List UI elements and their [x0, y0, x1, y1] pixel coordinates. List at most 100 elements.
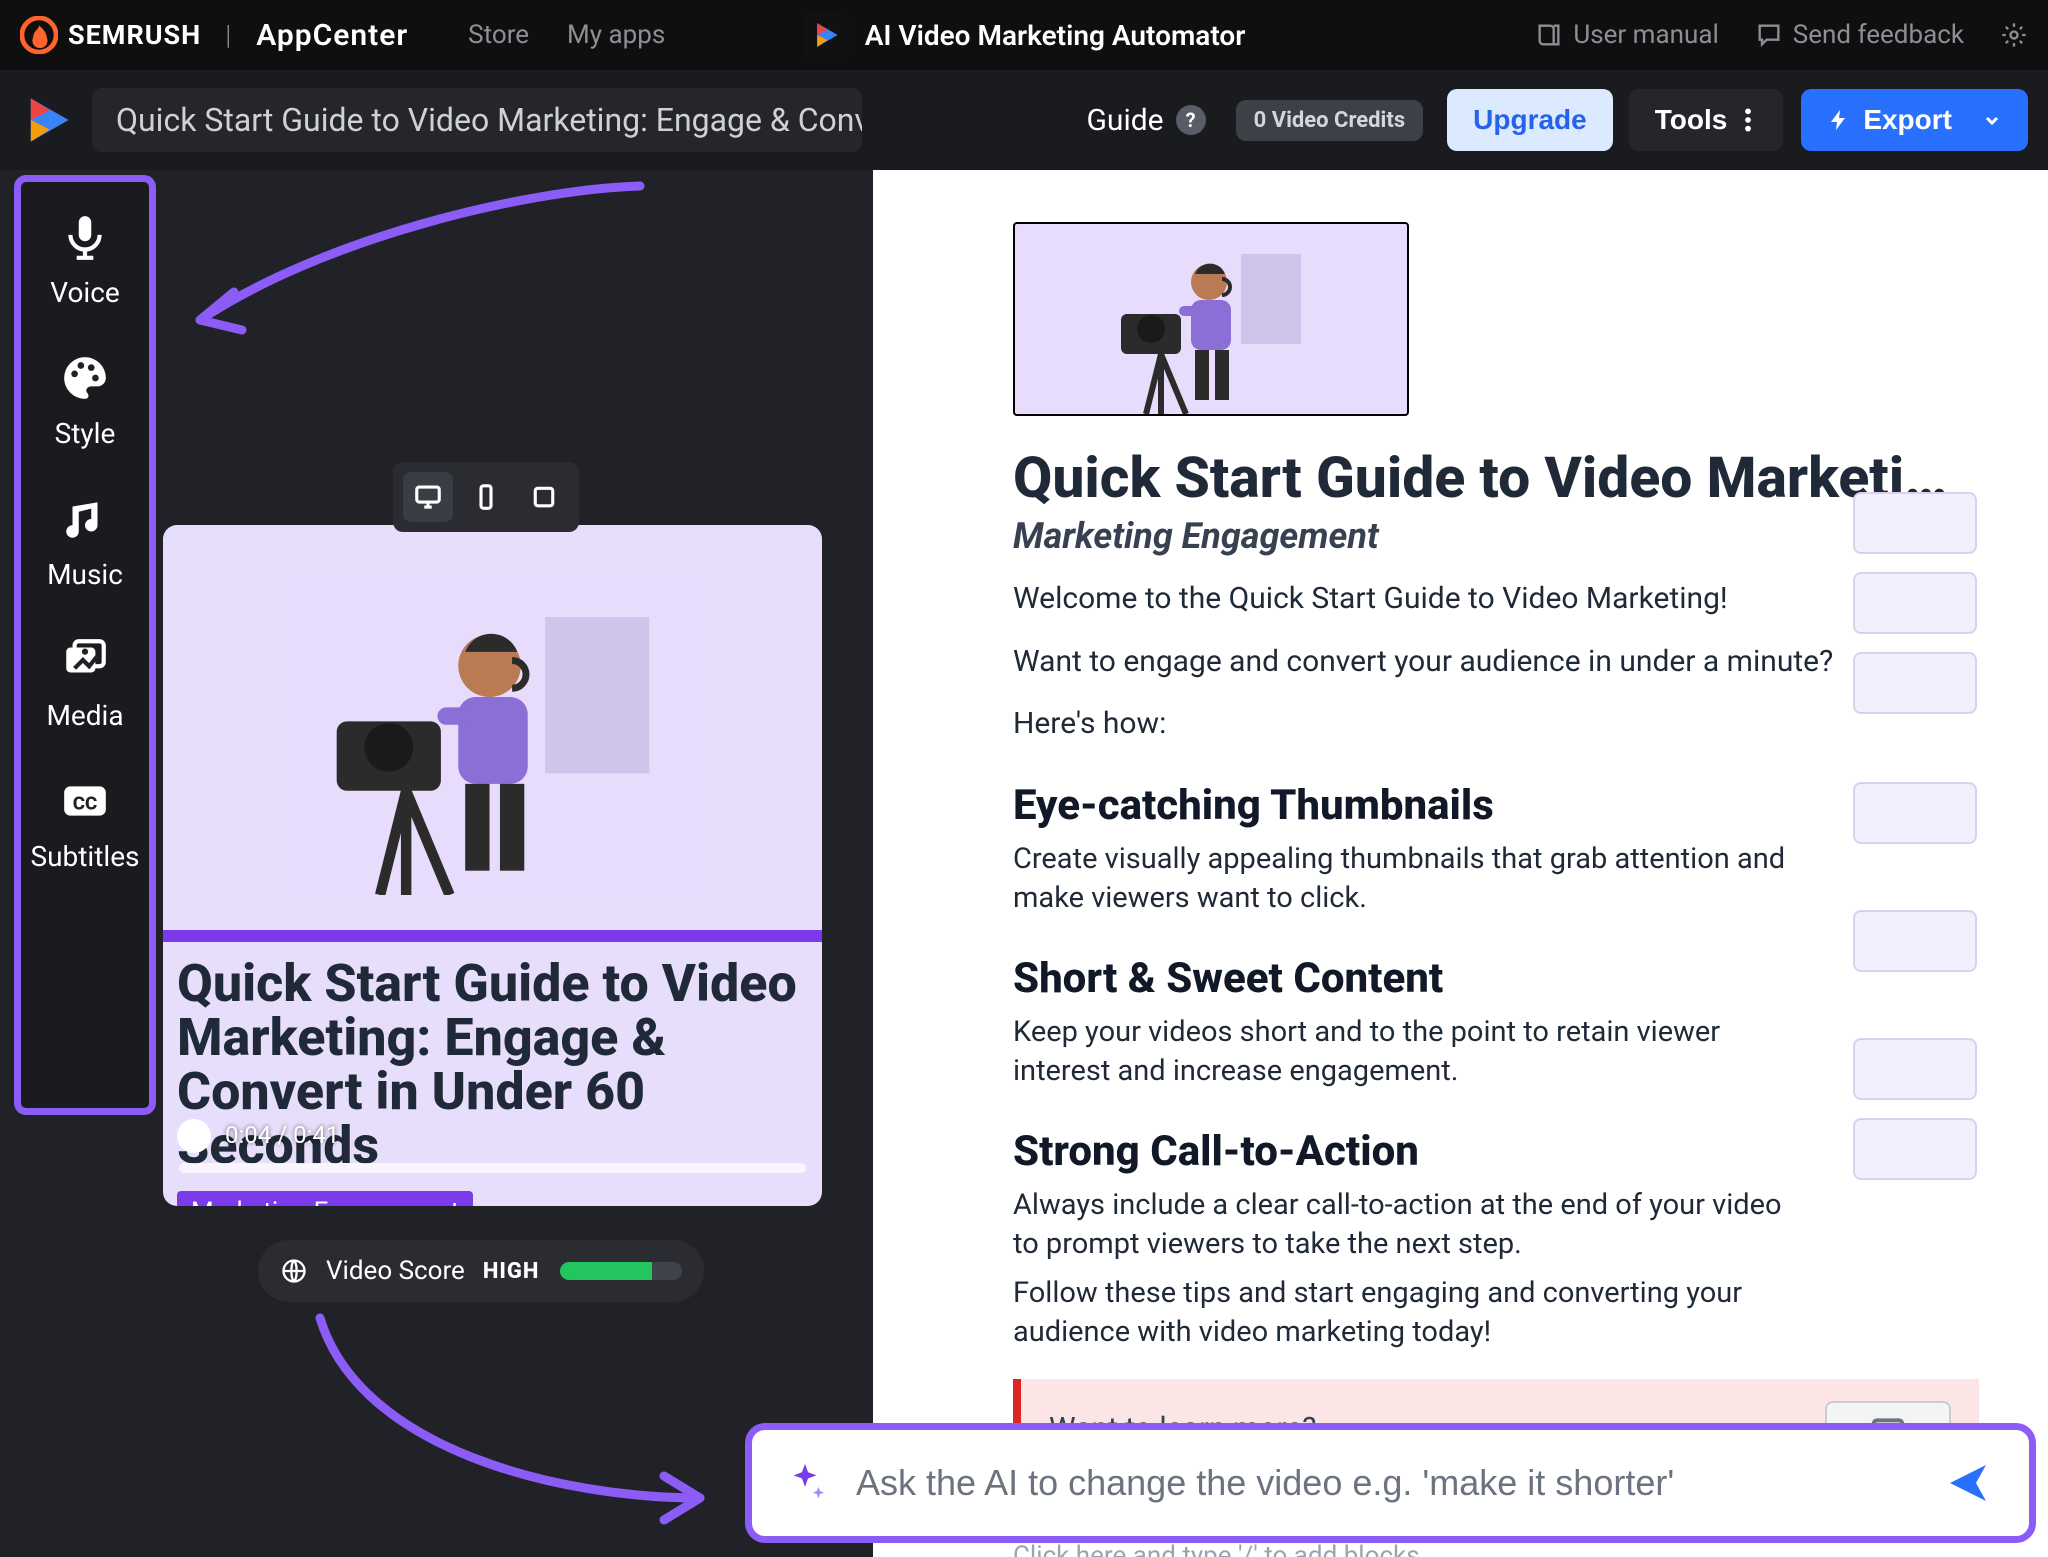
doc-heading[interactable]: Strong Call-to-Action	[1013, 1127, 1978, 1176]
appcenter-bar: SEMRUSH | AppCenter Store My apps AI Vid…	[0, 0, 2048, 70]
more-vertical-icon	[1739, 107, 1757, 133]
doc-paragraph[interactable]: Welcome to the Quick Start Guide to Vide…	[1013, 579, 1843, 620]
scene-thumbnail[interactable]	[1853, 910, 1977, 972]
upgrade-label: Upgrade	[1473, 104, 1587, 136]
video-score-level: HIGH	[483, 1259, 540, 1284]
scene-thumbnail[interactable]	[1853, 652, 1977, 714]
appcenter-wordmark: AppCenter	[256, 18, 408, 53]
app-icon	[20, 93, 74, 147]
project-title-text: Quick Start Guide to Video Marketing: En…	[116, 101, 862, 139]
send-feedback-link[interactable]: Send feedback	[1755, 20, 1964, 50]
microphone-icon	[60, 212, 110, 262]
rail-voice-label: Voice	[50, 276, 119, 309]
help-icon: ?	[1176, 105, 1206, 135]
rail-subtitles-label: Subtitles	[30, 840, 139, 873]
add-block-hint[interactable]: Click here and type '/' to add blocks	[1013, 1541, 1978, 1557]
tools-button[interactable]: Tools	[1629, 89, 1784, 151]
appcenter-nav: Store My apps	[468, 20, 665, 50]
device-mobile[interactable]	[461, 472, 511, 522]
video-score-pill: Video Score HIGH	[258, 1240, 704, 1302]
square-icon	[529, 482, 559, 512]
doc-title[interactable]: Quick Start Guide to Video Marketing: …	[1013, 444, 1978, 511]
scene-thumbnail[interactable]	[1853, 492, 1977, 554]
media-gallery-icon	[60, 635, 110, 685]
svg-text:CC: CC	[73, 792, 98, 814]
doc-paragraph[interactable]: Create visually appealing thumbnails tha…	[1013, 840, 1813, 918]
ai-ask-input[interactable]	[856, 1462, 1937, 1504]
rail-style[interactable]: Style	[55, 353, 116, 450]
doc-heading[interactable]: Eye-catching Thumbnails	[1013, 781, 1978, 830]
doc-paragraph[interactable]: Always include a clear call-to-action at…	[1013, 1186, 1813, 1264]
export-label: Export	[1863, 104, 1952, 136]
sparkle-icon	[782, 1460, 828, 1506]
hero-thumbnail[interactable]	[1013, 222, 1409, 416]
scene-thumbnail[interactable]	[1853, 572, 1977, 634]
rail-style-label: Style	[55, 417, 116, 450]
device-preview-toggle	[393, 462, 579, 532]
play-button-icon[interactable]	[177, 1119, 211, 1153]
video-credits-badge: 0 Video Credits	[1236, 100, 1424, 141]
device-square[interactable]	[519, 472, 569, 522]
music-note-icon	[60, 494, 110, 544]
doc-paragraph[interactable]: Follow these tips and start engaging and…	[1013, 1274, 1813, 1352]
upgrade-button[interactable]: Upgrade	[1447, 89, 1613, 151]
semrush-logo: SEMRUSH | AppCenter	[20, 16, 408, 54]
ai-ask-bar	[745, 1423, 2036, 1543]
rail-music[interactable]: Music	[47, 494, 123, 591]
export-button[interactable]: Export	[1801, 89, 2028, 151]
preview-play-controls[interactable]: 0:04 / 0:41	[177, 1121, 808, 1151]
doc-paragraph[interactable]: Want to engage and convert your audience…	[1013, 642, 1843, 683]
ai-send-button[interactable]	[1937, 1452, 1999, 1514]
scene-thumbnail[interactable]	[1853, 782, 1977, 844]
video-score-meter	[560, 1262, 682, 1280]
rail-media[interactable]: Media	[46, 635, 123, 732]
editor-toolbar: Quick Start Guide to Video Marketing: En…	[0, 70, 2048, 170]
script-document-pane: Quick Start Guide to Video Marketing: … …	[873, 170, 2048, 1557]
section-thumbnails-bottom	[1853, 782, 1977, 1180]
settings-gear-icon[interactable]	[2000, 21, 2028, 49]
monitor-icon	[413, 482, 443, 512]
user-manual-link[interactable]: User manual	[1535, 20, 1718, 50]
chat-icon	[1755, 21, 1783, 49]
user-manual-label: User manual	[1573, 20, 1718, 50]
send-icon	[1944, 1459, 1992, 1507]
preview-progress-track[interactable]	[179, 1163, 806, 1173]
rail-media-label: Media	[46, 699, 123, 732]
app-title-chip: AI Video Marketing Automator	[803, 12, 1246, 58]
video-preview-card[interactable]: Quick Start Guide to Video Marketing: En…	[163, 525, 822, 1206]
palette-icon	[60, 353, 110, 403]
nav-store[interactable]: Store	[468, 20, 529, 50]
book-icon	[1535, 21, 1563, 49]
doc-subtitle[interactable]: Marketing Engagement	[1013, 515, 1978, 557]
rail-music-label: Music	[47, 558, 123, 591]
send-feedback-label: Send feedback	[1793, 20, 1964, 50]
video-score-label: Video Score	[326, 1256, 465, 1286]
project-title-input[interactable]: Quick Start Guide to Video Marketing: En…	[92, 88, 862, 152]
rail-voice[interactable]: Voice	[50, 212, 119, 309]
doc-paragraph[interactable]: Here's how:	[1013, 704, 1843, 745]
doc-heading[interactable]: Short & Sweet Content	[1013, 954, 1978, 1003]
doc-paragraph[interactable]: Keep your videos short and to the point …	[1013, 1013, 1813, 1091]
device-desktop[interactable]	[403, 472, 453, 522]
bolt-icon	[1827, 108, 1851, 132]
chevron-down-icon	[1982, 110, 2002, 130]
section-thumbnails-top	[1853, 492, 1977, 714]
semrush-flame-icon	[20, 16, 58, 54]
hero-illustration	[1091, 224, 1331, 414]
preview-illustration	[283, 565, 703, 895]
nav-my-apps[interactable]: My apps	[567, 20, 665, 50]
semrush-wordmark: SEMRUSH	[68, 19, 201, 51]
app-icon	[803, 12, 849, 58]
preview-tag: Marketing Engagement	[177, 1191, 473, 1206]
scene-thumbnail[interactable]	[1853, 1038, 1977, 1100]
scene-thumbnail[interactable]	[1853, 1118, 1977, 1180]
guide-label: Guide	[1087, 103, 1164, 138]
phone-icon	[471, 482, 501, 512]
guide-link[interactable]: Guide ?	[1087, 103, 1206, 138]
globe-icon	[280, 1257, 308, 1285]
subtitles-cc-icon: CC	[60, 776, 110, 826]
rail-subtitles[interactable]: CC Subtitles	[30, 776, 139, 873]
left-edit-rail: Voice Style Music Media CC Subtitles	[14, 175, 156, 1115]
app-title: AI Video Marketing Automator	[865, 19, 1246, 52]
tools-label: Tools	[1655, 104, 1728, 136]
